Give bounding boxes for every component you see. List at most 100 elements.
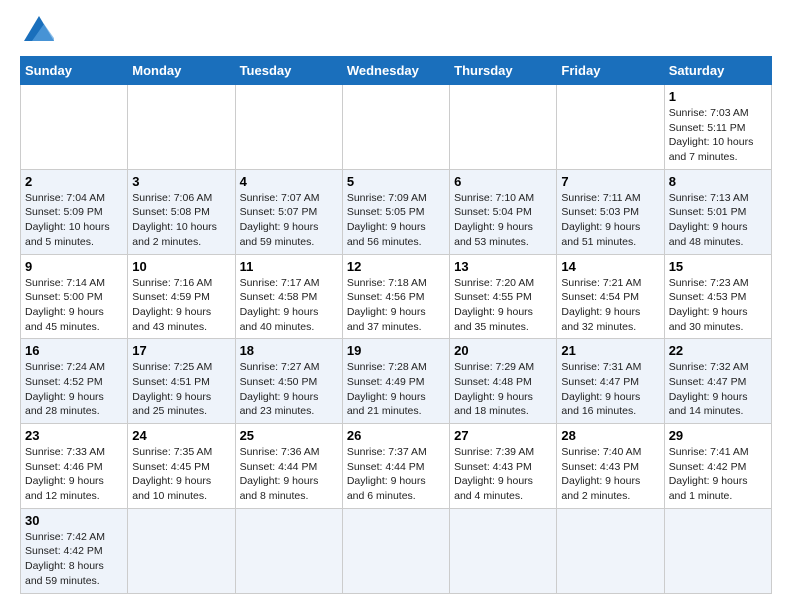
calendar-week-1: 1 Sunrise: 7:03 AMSunset: 5:11 PMDaylight… (21, 85, 772, 170)
day-number: 15 (669, 259, 767, 274)
day-number: 3 (132, 174, 230, 189)
calendar-cell: 26 Sunrise: 7:37 AMSunset: 4:44 PMDayligh… (342, 424, 449, 509)
day-info: Sunrise: 7:20 AMSunset: 4:55 PMDaylight:… (454, 276, 552, 335)
day-info: Sunrise: 7:41 AMSunset: 4:42 PMDaylight:… (669, 445, 767, 504)
calendar-cell: 12 Sunrise: 7:18 AMSunset: 4:56 PMDayligh… (342, 254, 449, 339)
calendar-cell (235, 85, 342, 170)
day-number: 2 (25, 174, 123, 189)
day-info: Sunrise: 7:33 AMSunset: 4:46 PMDaylight:… (25, 445, 123, 504)
calendar-cell: 7 Sunrise: 7:11 AMSunset: 5:03 PMDaylight… (557, 169, 664, 254)
day-number: 20 (454, 343, 552, 358)
page-header (20, 20, 772, 46)
calendar-week-4: 16 Sunrise: 7:24 AMSunset: 4:52 PMDayligh… (21, 339, 772, 424)
calendar-week-3: 9 Sunrise: 7:14 AMSunset: 5:00 PMDaylight… (21, 254, 772, 339)
calendar-cell (235, 508, 342, 593)
day-info: Sunrise: 7:27 AMSunset: 4:50 PMDaylight:… (240, 360, 338, 419)
day-info: Sunrise: 7:16 AMSunset: 4:59 PMDaylight:… (132, 276, 230, 335)
day-info: Sunrise: 7:10 AMSunset: 5:04 PMDaylight:… (454, 191, 552, 250)
day-number: 10 (132, 259, 230, 274)
calendar-cell (450, 508, 557, 593)
day-number: 30 (25, 513, 123, 528)
day-number: 5 (347, 174, 445, 189)
calendar-cell: 6 Sunrise: 7:10 AMSunset: 5:04 PMDaylight… (450, 169, 557, 254)
calendar-cell (128, 508, 235, 593)
calendar-cell (342, 85, 449, 170)
day-info: Sunrise: 7:28 AMSunset: 4:49 PMDaylight:… (347, 360, 445, 419)
day-info: Sunrise: 7:29 AMSunset: 4:48 PMDaylight:… (454, 360, 552, 419)
calendar-cell (557, 85, 664, 170)
calendar-cell: 23 Sunrise: 7:33 AMSunset: 4:46 PMDayligh… (21, 424, 128, 509)
day-number: 18 (240, 343, 338, 358)
calendar-cell: 14 Sunrise: 7:21 AMSunset: 4:54 PMDayligh… (557, 254, 664, 339)
day-info: Sunrise: 7:06 AMSunset: 5:08 PMDaylight:… (132, 191, 230, 250)
calendar-cell: 20 Sunrise: 7:29 AMSunset: 4:48 PMDayligh… (450, 339, 557, 424)
day-number: 9 (25, 259, 123, 274)
day-number: 21 (561, 343, 659, 358)
day-number: 1 (669, 89, 767, 104)
day-number: 23 (25, 428, 123, 443)
calendar-cell: 21Sunrise: 7:31 AMSunset: 4:47 PMDayligh… (557, 339, 664, 424)
day-header-sunday: Sunday (21, 57, 128, 85)
day-number: 29 (669, 428, 767, 443)
day-info: Sunrise: 7:04 AMSunset: 5:09 PMDaylight:… (25, 191, 123, 250)
day-header-tuesday: Tuesday (235, 57, 342, 85)
calendar-cell: 19 Sunrise: 7:28 AMSunset: 4:49 PMDayligh… (342, 339, 449, 424)
calendar-cell: 18 Sunrise: 7:27 AMSunset: 4:50 PMDayligh… (235, 339, 342, 424)
day-number: 26 (347, 428, 445, 443)
day-number: 17 (132, 343, 230, 358)
day-number: 19 (347, 343, 445, 358)
calendar-cell: 28 Sunrise: 7:40 AMSunset: 4:43 PMDayligh… (557, 424, 664, 509)
day-info: Sunrise: 7:24 AMSunset: 4:52 PMDaylight:… (25, 360, 123, 419)
day-info: Sunrise: 7:17 AMSunset: 4:58 PMDaylight:… (240, 276, 338, 335)
day-info: Sunrise: 7:39 AMSunset: 4:43 PMDaylight:… (454, 445, 552, 504)
calendar-cell (21, 85, 128, 170)
day-number: 4 (240, 174, 338, 189)
calendar-cell: 13 Sunrise: 7:20 AMSunset: 4:55 PMDayligh… (450, 254, 557, 339)
day-info: Sunrise: 7:21 AMSunset: 4:54 PMDaylight:… (561, 276, 659, 335)
logo (20, 20, 54, 46)
day-number: 7 (561, 174, 659, 189)
calendar-cell: 3 Sunrise: 7:06 AMSunset: 5:08 PMDaylight… (128, 169, 235, 254)
day-info: Sunrise: 7:11 AMSunset: 5:03 PMDaylight:… (561, 191, 659, 250)
day-info: Sunrise: 7:18 AMSunset: 4:56 PMDaylight:… (347, 276, 445, 335)
day-info: Sunrise: 7:40 AMSunset: 4:43 PMDaylight:… (561, 445, 659, 504)
day-info: Sunrise: 7:09 AMSunset: 5:05 PMDaylight:… (347, 191, 445, 250)
calendar-cell: 24Sunrise: 7:35 AMSunset: 4:45 PMDayligh… (128, 424, 235, 509)
calendar-cell (128, 85, 235, 170)
day-header-saturday: Saturday (664, 57, 771, 85)
calendar-cell: 22Sunrise: 7:32 AMSunset: 4:47 PMDayligh… (664, 339, 771, 424)
day-info: Sunrise: 7:32 AMSunset: 4:47 PMDaylight:… (669, 360, 767, 419)
day-number: 8 (669, 174, 767, 189)
day-number: 11 (240, 259, 338, 274)
calendar-cell: 2 Sunrise: 7:04 AMSunset: 5:09 PMDaylight… (21, 169, 128, 254)
day-number: 16 (25, 343, 123, 358)
calendar-cell: 9 Sunrise: 7:14 AMSunset: 5:00 PMDaylight… (21, 254, 128, 339)
calendar-cell: 10 Sunrise: 7:16 AMSunset: 4:59 PMDayligh… (128, 254, 235, 339)
day-header-wednesday: Wednesday (342, 57, 449, 85)
day-info: Sunrise: 7:37 AMSunset: 4:44 PMDaylight:… (347, 445, 445, 504)
calendar-cell: 4Sunrise: 7:07 AMSunset: 5:07 PMDaylight… (235, 169, 342, 254)
day-header-monday: Monday (128, 57, 235, 85)
day-number: 28 (561, 428, 659, 443)
calendar-cell: 30Sunrise: 7:42 AMSunset: 4:42 PMDayligh… (21, 508, 128, 593)
day-info: Sunrise: 7:14 AMSunset: 5:00 PMDaylight:… (25, 276, 123, 335)
calendar-cell: 11 Sunrise: 7:17 AMSunset: 4:58 PMDayligh… (235, 254, 342, 339)
calendar-cell (450, 85, 557, 170)
calendar-cell (664, 508, 771, 593)
day-number: 6 (454, 174, 552, 189)
calendar-cell: 15Sunrise: 7:23 AMSunset: 4:53 PMDayligh… (664, 254, 771, 339)
calendar-cell: 25 Sunrise: 7:36 AMSunset: 4:44 PMDayligh… (235, 424, 342, 509)
day-info: Sunrise: 7:35 AMSunset: 4:45 PMDaylight:… (132, 445, 230, 504)
calendar-cell: 8Sunrise: 7:13 AMSunset: 5:01 PMDaylight… (664, 169, 771, 254)
calendar-cell: 5 Sunrise: 7:09 AMSunset: 5:05 PMDaylight… (342, 169, 449, 254)
calendar-cell: 29 Sunrise: 7:41 AMSunset: 4:42 PMDayligh… (664, 424, 771, 509)
day-info: Sunrise: 7:03 AMSunset: 5:11 PMDaylight:… (669, 106, 767, 165)
calendar-week-2: 2 Sunrise: 7:04 AMSunset: 5:09 PMDaylight… (21, 169, 772, 254)
day-info: Sunrise: 7:36 AMSunset: 4:44 PMDaylight:… (240, 445, 338, 504)
day-number: 13 (454, 259, 552, 274)
day-number: 12 (347, 259, 445, 274)
calendar-cell: 1 Sunrise: 7:03 AMSunset: 5:11 PMDaylight… (664, 85, 771, 170)
day-number: 14 (561, 259, 659, 274)
day-info: Sunrise: 7:25 AMSunset: 4:51 PMDaylight:… (132, 360, 230, 419)
day-number: 25 (240, 428, 338, 443)
